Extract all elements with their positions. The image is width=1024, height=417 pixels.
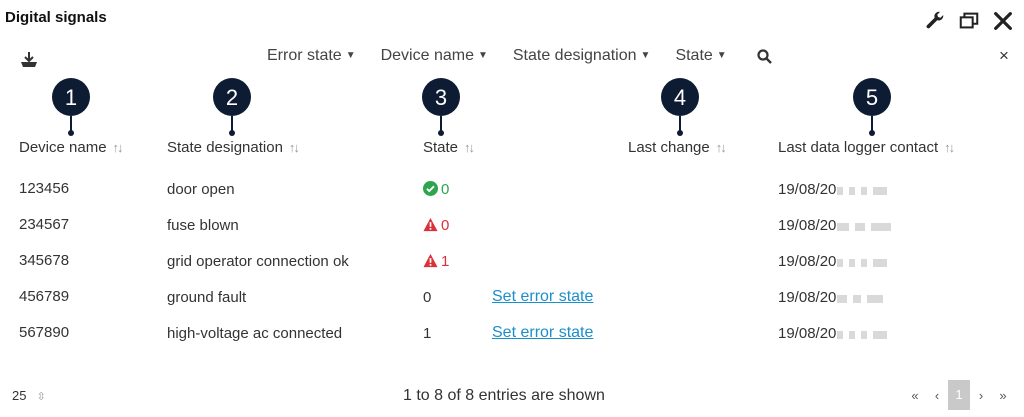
entries-info: 1 to 8 of 8 entries are shown	[403, 387, 605, 404]
caret-down-icon: ▼	[345, 50, 356, 61]
column-header-last-change[interactable]: Last change ↑↓	[628, 139, 727, 156]
redacted-text	[837, 254, 893, 267]
cell-last-contact: 19/08/20	[778, 289, 889, 306]
caret-down-icon: ▼	[477, 50, 488, 61]
column-header-device-name[interactable]: Device name ↑↓	[19, 139, 124, 156]
svg-text:2: 2	[226, 85, 238, 110]
wrench-icon[interactable]	[924, 10, 946, 32]
cell-state: 1	[423, 325, 432, 342]
redacted-text	[837, 218, 897, 231]
sort-icon: ↑↓	[464, 140, 475, 155]
sort-icon: ↑↓	[944, 140, 955, 155]
cell-state-designation: ground fault	[167, 289, 247, 306]
filter-bar: Error state ▼ Device name ▼ State designat…	[267, 47, 752, 65]
sort-icon: ↑↓	[288, 140, 300, 155]
cell-last-contact: 19/08/20	[778, 253, 893, 270]
up-down-arrows-icon: ⇳	[36, 391, 46, 403]
column-header-state-designation[interactable]: State designation ↑↓	[167, 139, 300, 156]
svg-text:5: 5	[866, 85, 878, 110]
cell-device-name: 345678	[19, 252, 70, 269]
cell-state-designation: door open	[167, 181, 235, 198]
redacted-text	[837, 326, 893, 339]
page-size-select[interactable]: 25 ⇳	[12, 388, 46, 403]
current-page-button[interactable]: 1	[948, 380, 970, 410]
close-window-icon[interactable]	[992, 10, 1014, 32]
set-error-state-link[interactable]: Set error state	[492, 288, 593, 306]
cell-device-name: 567890	[19, 324, 70, 341]
check-circle-icon	[423, 181, 438, 196]
cell-state: 0	[423, 217, 449, 234]
pagination: « ‹ 1 › »	[904, 380, 1014, 410]
sort-icon: ↑↓	[715, 140, 727, 155]
svg-text:4: 4	[674, 85, 686, 110]
export-icon[interactable]	[18, 50, 40, 70]
annotation-marker-2: 2	[212, 78, 252, 136]
redacted-text	[837, 290, 889, 303]
sort-icon: ↑↓	[112, 140, 124, 155]
first-page-button[interactable]: «	[904, 388, 926, 403]
cell-state-designation: high-voltage ac connected	[167, 325, 343, 342]
cell-device-name: 123456	[19, 180, 70, 197]
last-page-button[interactable]: »	[992, 388, 1014, 403]
cell-state: 0	[423, 181, 449, 198]
caret-down-icon: ▼	[716, 50, 727, 61]
column-header-last-contact[interactable]: Last data logger contact ↑↓	[778, 139, 955, 156]
filter-state-designation[interactable]: State designation ▼	[513, 47, 651, 65]
annotation-marker-4: 4	[660, 78, 700, 136]
cell-state: 1	[423, 253, 449, 270]
cell-state: 0	[423, 289, 432, 306]
filter-device-name[interactable]: Device name ▼	[381, 47, 488, 65]
annotation-marker-1: 1	[51, 78, 91, 136]
svg-text:3: 3	[435, 85, 447, 110]
warning-icon	[423, 253, 438, 268]
cell-state-designation: fuse blown	[167, 217, 239, 234]
filter-state[interactable]: State ▼	[675, 47, 726, 65]
cell-state-designation: grid operator connection ok	[167, 253, 349, 270]
set-error-state-link[interactable]: Set error state	[492, 324, 593, 342]
restore-window-icon[interactable]	[958, 10, 980, 32]
annotation-marker-5: 5	[852, 78, 892, 136]
svg-text:1: 1	[65, 85, 77, 110]
cell-last-contact: 19/08/20	[778, 181, 893, 198]
redacted-text	[837, 182, 893, 195]
search-icon[interactable]	[756, 48, 774, 66]
window-title: Digital signals	[5, 9, 107, 26]
cell-device-name: 234567	[19, 216, 70, 233]
column-header-state[interactable]: State ↑↓	[423, 139, 475, 156]
warning-icon	[423, 217, 438, 232]
window-controls	[924, 10, 1014, 32]
next-page-button[interactable]: ›	[970, 388, 992, 403]
filter-error-state[interactable]: Error state ▼	[267, 47, 356, 65]
cell-last-contact: 19/08/20	[778, 217, 897, 234]
close-filter-button[interactable]: ×	[999, 46, 1009, 66]
cell-last-contact: 19/08/20	[778, 325, 893, 342]
annotation-marker-3: 3	[421, 78, 461, 136]
cell-device-name: 456789	[19, 288, 70, 305]
prev-page-button[interactable]: ‹	[926, 388, 948, 403]
caret-down-icon: ▼	[640, 50, 651, 61]
